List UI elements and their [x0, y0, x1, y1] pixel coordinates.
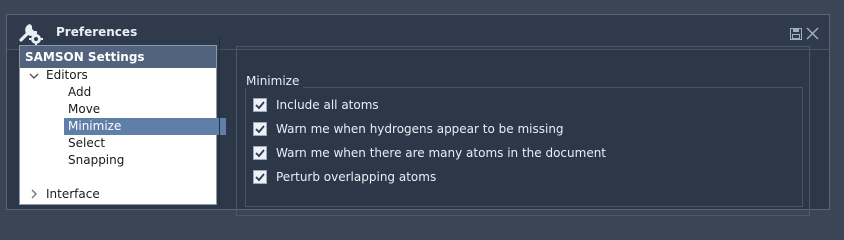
checkmark-icon [255, 125, 265, 134]
tree-item-label: Minimize [68, 119, 122, 133]
option-warn-hydrogens[interactable]: Warn me when hydrogens appear to be miss… [253, 120, 564, 138]
warn-hydrogens-checkbox[interactable] [253, 122, 267, 136]
tree-item-label: Add [68, 85, 92, 99]
settings-tree: SAMSON Settings Editors Add Move Minimiz… [19, 45, 226, 205]
include-all-atoms-checkbox[interactable] [253, 98, 267, 112]
option-label: Perturb overlapping atoms [276, 170, 437, 184]
chevron-right-icon[interactable] [29, 189, 39, 199]
perturb-overlapping-checkbox[interactable] [253, 170, 267, 184]
wrench-gear-icon [19, 24, 43, 46]
panel-divider[interactable] [219, 35, 220, 205]
tree-header: SAMSON Settings [20, 46, 216, 68]
tree-item-label: Editors [46, 68, 88, 82]
close-icon[interactable] [806, 27, 819, 40]
option-label: Include all atoms [276, 98, 379, 112]
option-perturb-overlapping[interactable]: Perturb overlapping atoms [253, 168, 436, 186]
checkmark-icon [255, 149, 265, 158]
window-title: Preferences [56, 25, 138, 39]
tree-item-snapping[interactable]: Snapping [66, 152, 216, 169]
tree-item-label: Move [68, 102, 101, 116]
tree-item-label: Snapping [68, 153, 125, 167]
tree-item-select[interactable]: Select [66, 135, 216, 152]
warn-many-atoms-checkbox[interactable] [253, 146, 267, 160]
tree-item-label: Interface [46, 187, 100, 201]
option-label: Warn me when hydrogens appear to be miss… [276, 122, 564, 136]
minimize-group-title: Minimize [242, 74, 304, 88]
tree-item-interface[interactable]: Interface [46, 186, 214, 203]
option-label: Warn me when there are many atoms in the… [276, 146, 607, 160]
checkmark-icon [255, 101, 265, 110]
checkmark-icon [255, 173, 265, 182]
tree-item-minimize[interactable]: Minimize [64, 118, 226, 135]
tree-item-editors[interactable]: Editors [46, 67, 214, 84]
chevron-down-icon[interactable] [29, 71, 39, 81]
save-icon[interactable] [790, 28, 802, 40]
option-include-all-atoms[interactable]: Include all atoms [253, 96, 379, 114]
tree-item-label: Select [68, 136, 106, 150]
tree-item-move[interactable]: Move [66, 101, 216, 118]
option-warn-many-atoms[interactable]: Warn me when there are many atoms in the… [253, 144, 606, 162]
tree-item-add[interactable]: Add [66, 84, 216, 101]
